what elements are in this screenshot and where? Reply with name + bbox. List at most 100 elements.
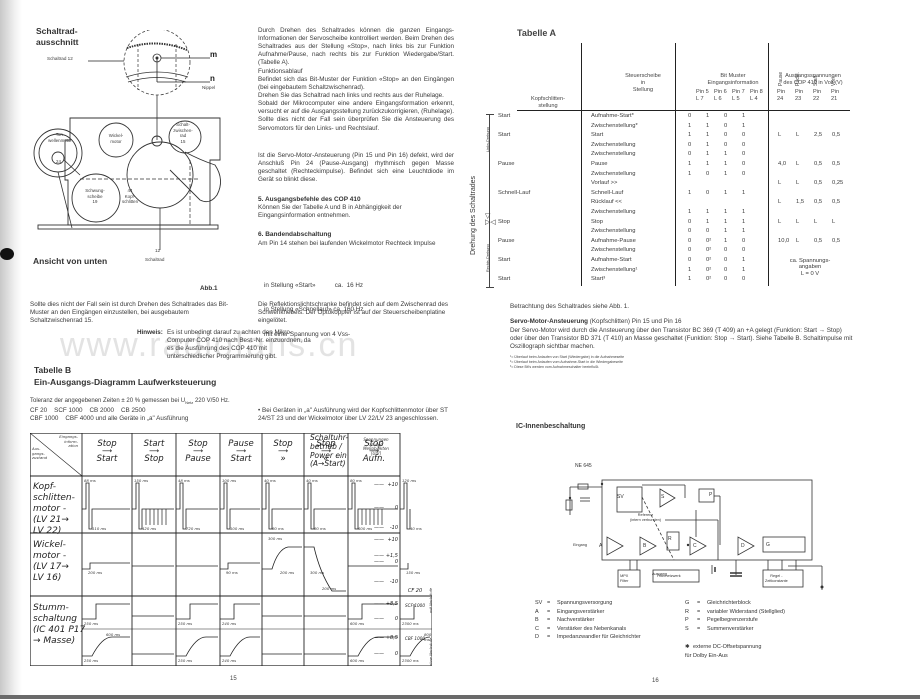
timing-label: 80 ms bbox=[272, 526, 284, 531]
output-cell: 0,5 bbox=[832, 160, 841, 167]
bit-pin: Pin 7 bbox=[732, 89, 745, 95]
bit-cell: 0 bbox=[742, 247, 746, 254]
bit-row: 1 0 1 1 bbox=[688, 189, 760, 199]
waveform-stumm-upper bbox=[220, 603, 260, 620]
footnotes: ¹= Überlauf beim Anlaufen von Start (Wie… bbox=[510, 355, 624, 370]
ic-external-note-text: externe DC-Offsetspannung für Dolby Ein-… bbox=[685, 644, 762, 659]
output-row bbox=[778, 208, 850, 218]
bit-cell: 0 bbox=[742, 170, 746, 177]
timing-label: 150 ms bbox=[134, 478, 149, 483]
table-a-side-label: Drehung des Schaltrades bbox=[470, 176, 477, 255]
bit-l: L 6 bbox=[714, 96, 722, 102]
kopf-cell bbox=[498, 150, 530, 160]
kopf-cell: Start bbox=[498, 276, 511, 283]
steuer-cell: Pause bbox=[591, 160, 608, 167]
funktionsablauf-title: Funktionsablauf bbox=[258, 68, 303, 75]
bit-cell: 1 bbox=[688, 170, 692, 177]
timing-label: 100 ms bbox=[222, 478, 237, 483]
schaltrad-mechanism-figure bbox=[33, 30, 221, 250]
bit-row: 1 1 0 0 bbox=[688, 131, 760, 141]
funktionsablauf-step: Sobald der Mikrocomputer eine andere Ein… bbox=[258, 100, 455, 116]
timing-label: 40 ms bbox=[410, 526, 422, 531]
bit-l: L 4 bbox=[750, 96, 758, 102]
bit-cell: 0² bbox=[706, 237, 712, 244]
voltage-tick-line: —— bbox=[374, 537, 384, 543]
label-n: n bbox=[210, 74, 215, 83]
reflex-paragraph: Die Reflektionslichtschranke befindet si… bbox=[258, 301, 449, 325]
steuer-cell: Aufnahme-Pause bbox=[591, 237, 636, 244]
steuer-cell: Aufnahme-Start bbox=[591, 256, 632, 263]
out-num: 21 bbox=[831, 96, 838, 102]
bit-row: 0 0 1 1 bbox=[688, 227, 760, 237]
timing-label: 48 ms bbox=[178, 478, 190, 483]
timing-label: 40 ms bbox=[306, 478, 318, 483]
timing-label: 250 ms bbox=[178, 621, 193, 626]
bit-cell: 0 bbox=[706, 170, 710, 177]
bit-cell: 1 bbox=[742, 113, 746, 119]
bit-row: 0 1 0 1 bbox=[688, 112, 760, 122]
timing-label: 600 ms bbox=[358, 526, 373, 531]
bit-cell: 1 bbox=[688, 276, 692, 283]
ic-block-diagram bbox=[565, 479, 824, 590]
voltage-tick-line: —— bbox=[374, 579, 384, 585]
voltage-tick-line: —— bbox=[374, 482, 384, 488]
timing-label: 200 ms bbox=[322, 586, 337, 591]
legend-key: R bbox=[685, 608, 689, 615]
output-cell: L bbox=[778, 218, 782, 225]
legend-value: Pegelbegrenzerstufe bbox=[707, 617, 758, 623]
bit-cell: 0 bbox=[724, 266, 728, 273]
waveform-wickelmotor bbox=[304, 546, 346, 592]
approx-voltage-note: ca. Spannungs- angaben L = 0 V bbox=[789, 258, 831, 277]
row-label-wickelmotor: Wickel- motor - (LV 17→ LV 16) bbox=[33, 540, 69, 583]
legend-equals: = bbox=[697, 617, 701, 623]
bit-cell: 1 bbox=[706, 132, 710, 139]
table-a-header-ausgangsspannungen: Ausgangsspannungen des COP 410 in Volt (… bbox=[783, 73, 843, 86]
timing-label: 110 ms bbox=[92, 526, 107, 531]
kopf-cell bbox=[498, 246, 530, 256]
column-header: Stop ⟶» bbox=[262, 439, 304, 464]
output-row: 4,0 L 0,5 0,5 bbox=[778, 160, 850, 170]
bit-row: 0 1 1 0 bbox=[688, 150, 760, 160]
bit-cell: 0 bbox=[724, 122, 728, 129]
legend-item: C = Verstärker des Nebenkanals bbox=[535, 625, 641, 634]
output-cell: L bbox=[796, 132, 800, 139]
defect-paragraph: Ist die Servo-Motor-Ansteuerung (Pin 15 … bbox=[258, 152, 454, 184]
output-row bbox=[778, 189, 850, 199]
table-a-vrule-2 bbox=[675, 43, 676, 286]
ic-external-note: ✱ externe DC-Offsetspannung für Dolby Ein… bbox=[685, 643, 761, 660]
waveform-kopfschlitten bbox=[176, 482, 218, 530]
waveform-stumm-upper bbox=[176, 603, 218, 620]
table-a-header-output-pins: Pin Pin Pin Pin 24 23 22 21 bbox=[777, 89, 853, 103]
steuer-cell: Zwischenstellung* bbox=[591, 122, 638, 129]
timing-label: 600 ms bbox=[350, 621, 365, 626]
column-header-to: Start bbox=[96, 454, 118, 464]
ic-label-p: P bbox=[709, 492, 713, 498]
bit-cell: 1 bbox=[724, 237, 728, 244]
legend-equals: = bbox=[547, 617, 551, 623]
bit-cell: 0 bbox=[724, 276, 728, 283]
bit-pin: Pin 5 bbox=[696, 89, 709, 95]
label-schwungscheibe: Schwung- scheibe 19 bbox=[85, 188, 105, 204]
waveform-wickelmotor bbox=[82, 562, 130, 570]
voltage-value: +10 bbox=[387, 537, 398, 543]
label-schaltrad-bottom: Schaltrad bbox=[145, 257, 165, 262]
column-header: Stop ⟶ Pause bbox=[176, 439, 220, 464]
bit-cell: 0² bbox=[706, 247, 712, 254]
tolerance-line: Toleranz der angegebenen Zeiten ± 20 % g… bbox=[30, 397, 230, 407]
output-cell: L bbox=[796, 160, 800, 167]
bit-cell: 1 bbox=[688, 266, 692, 273]
output-cell: 4,0 bbox=[778, 160, 787, 167]
kopf-cell bbox=[498, 198, 530, 208]
steuer-cell: Aufnahme-Start* bbox=[591, 113, 634, 119]
servo-title-rest: (Kopfschlitten) Pin 15 und Pin 16 bbox=[588, 318, 682, 325]
kopf-cell: Start bbox=[498, 256, 511, 263]
tolerance-end: 220 V/50 Hz. bbox=[193, 398, 230, 404]
timing-label: 120 ms bbox=[402, 478, 417, 483]
bit-row bbox=[688, 179, 760, 189]
label-24: 24 bbox=[56, 159, 61, 164]
timing-label: 80 ms bbox=[350, 478, 362, 483]
bit-row: 1 1 0 1 bbox=[688, 122, 760, 132]
output-cell: 0,5 bbox=[832, 132, 841, 139]
out-num: 24 bbox=[777, 96, 784, 102]
ic-label-referenz: Referenz (intern verbunden) bbox=[630, 513, 662, 522]
